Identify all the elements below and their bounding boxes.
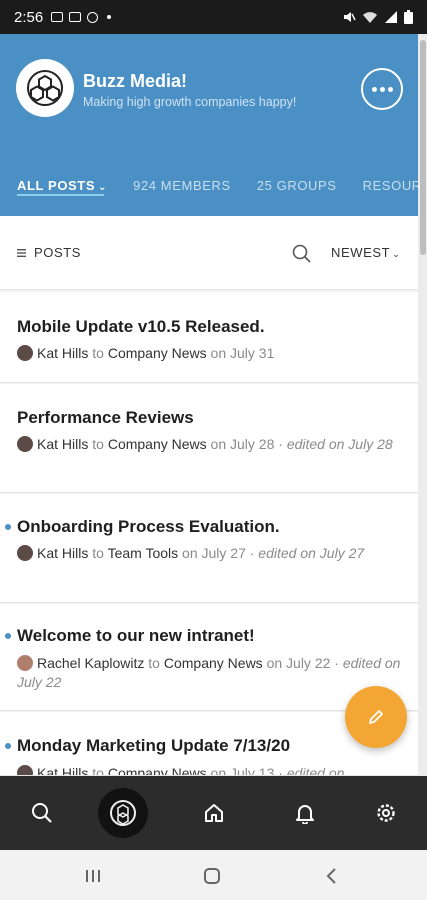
- gallery-notification-icon: [51, 12, 64, 22]
- bell-icon: [296, 805, 314, 824]
- post-meta: Rachel Kaplowitz to Company News on July…: [17, 654, 406, 692]
- posts-filter-bar: POSTS NEWEST ⌄: [0, 216, 418, 290]
- avatar: [17, 655, 33, 671]
- more-icon-dot: [371, 86, 377, 92]
- community-name: Buzz Media!: [83, 71, 188, 91]
- home-system-button[interactable]: [200, 864, 224, 888]
- nav-community-button[interactable]: [98, 788, 148, 838]
- app-notification-icon: [87, 11, 99, 23]
- community-tagline: Making high growth companies happy!: [83, 95, 297, 109]
- avatar: [17, 545, 33, 561]
- tab-label: ALL POSTS: [17, 177, 96, 193]
- post-edited: edited on July 28: [286, 436, 393, 452]
- post-to: to: [92, 765, 104, 776]
- search-icon: [32, 803, 52, 823]
- recent-apps-button[interactable]: [81, 864, 105, 888]
- gear-icon: [377, 804, 395, 822]
- system-navigation-bar: [0, 850, 427, 900]
- post-meta: Kat Hills to Company News on July 31: [17, 344, 406, 363]
- post-item[interactable]: Mobile Update v10.5 Released. Kat Hills …: [0, 292, 418, 383]
- post-to: to: [92, 345, 104, 361]
- signal-icon: [385, 11, 397, 23]
- community-logo[interactable]: [16, 59, 74, 117]
- sort-label: NEWEST: [331, 245, 391, 260]
- unread-indicator: [5, 633, 11, 639]
- post-date: on July 27 ·: [182, 545, 255, 561]
- unread-indicator: [5, 524, 11, 530]
- post-author[interactable]: Kat Hills: [37, 765, 88, 775]
- post-item[interactable]: Onboarding Process Evaluation. Kat Hills…: [0, 494, 418, 603]
- unread-indicator: [5, 743, 11, 749]
- status-bar: 2:56: [0, 0, 427, 34]
- pencil-icon: [369, 710, 383, 724]
- post-group[interactable]: Company News: [108, 436, 207, 452]
- nav-home-button[interactable]: [197, 796, 231, 830]
- recent-apps-icon: [86, 870, 100, 882]
- nav-search-button[interactable]: [25, 796, 59, 830]
- post-title: Mobile Update v10.5 Released.: [17, 317, 265, 336]
- avatar: [17, 345, 33, 361]
- more-options-button[interactable]: [361, 68, 403, 110]
- post-meta: Kat Hills to Company News on July 28 · e…: [17, 435, 406, 454]
- search-icon[interactable]: [292, 244, 312, 264]
- post-title: Welcome to our new intranet!: [17, 626, 255, 645]
- post-edited: edited on July 27: [258, 545, 365, 561]
- avatar: [17, 765, 33, 775]
- mail-notification-icon: [69, 12, 82, 22]
- post-date: on July 22 ·: [266, 655, 339, 671]
- nav-notifications-button[interactable]: [288, 796, 322, 830]
- chevron-down-icon: ⌄: [392, 249, 401, 259]
- more-icon-dot: [387, 86, 393, 92]
- tab-members[interactable]: 924 MEMBERS: [133, 178, 231, 193]
- post-group[interactable]: Company News: [164, 655, 263, 671]
- post-date: on July 13 ·: [210, 765, 283, 776]
- scrollbar-thumb[interactable]: [420, 40, 426, 255]
- wifi-icon: [363, 12, 377, 23]
- post-group[interactable]: Company News: [108, 765, 207, 775]
- post-author[interactable]: Rachel Kaplowitz: [37, 655, 144, 671]
- post-group[interactable]: Team Tools: [108, 545, 179, 561]
- active-tab-indicator: [17, 194, 104, 196]
- post-to: to: [148, 655, 160, 671]
- avatar: [17, 436, 33, 452]
- more-notifications-icon: [107, 15, 112, 19]
- home-icon: [205, 804, 223, 822]
- post-meta: Kat Hills to Team Tools on July 27 · edi…: [17, 544, 406, 563]
- back-chevron-icon: [326, 868, 336, 884]
- posts-filter-label[interactable]: POSTS: [34, 245, 81, 260]
- post-title: Onboarding Process Evaluation.: [17, 517, 280, 536]
- post-title: Monday Marketing Update 7/13/20: [17, 736, 291, 755]
- tab-all-posts[interactable]: ALL POSTS ⌄: [17, 178, 107, 193]
- post-author[interactable]: Kat Hills: [37, 436, 88, 452]
- post-to: to: [92, 545, 104, 561]
- post-title: Performance Reviews: [17, 408, 194, 427]
- back-button[interactable]: [320, 864, 344, 888]
- post-meta: Kat Hills to Company News on July 13 · e…: [17, 764, 406, 776]
- status-time: 2:56: [14, 8, 44, 26]
- post-date: on July 28 ·: [210, 436, 283, 452]
- home-square-icon: [204, 868, 220, 884]
- post-author[interactable]: Kat Hills: [37, 545, 88, 561]
- sort-dropdown[interactable]: NEWEST ⌄: [331, 245, 400, 260]
- post-date: on July 31: [210, 345, 275, 361]
- more-icon-dot: [379, 86, 385, 92]
- post-group[interactable]: Company News: [108, 345, 207, 361]
- battery-icon: [404, 10, 413, 24]
- post-to: to: [92, 436, 104, 452]
- chevron-down-icon: ⌄: [98, 181, 108, 193]
- community-header: Buzz Media! Making high growth companies…: [0, 34, 418, 216]
- post-author[interactable]: Kat Hills: [37, 345, 88, 361]
- tab-groups[interactable]: 25 GROUPS: [257, 178, 337, 193]
- bottom-navigation: [0, 776, 427, 850]
- hexagon-logo-icon: [27, 70, 63, 106]
- tab-resources[interactable]: RESOURCES: [363, 178, 418, 193]
- list-icon: [17, 249, 26, 257]
- nav-settings-button[interactable]: [369, 796, 403, 830]
- community-logo-icon: [110, 800, 136, 826]
- post-edited: edited on: [286, 765, 345, 776]
- compose-post-button[interactable]: [345, 686, 407, 748]
- post-item[interactable]: Performance Reviews Kat Hills to Company…: [0, 384, 418, 493]
- mute-icon: [344, 12, 356, 22]
